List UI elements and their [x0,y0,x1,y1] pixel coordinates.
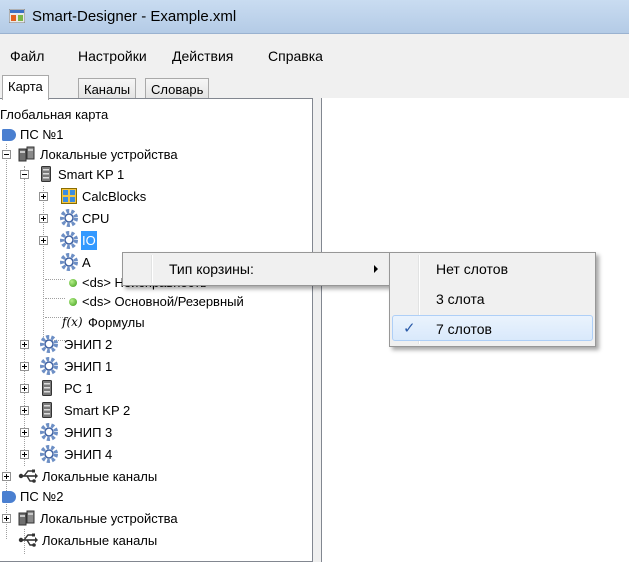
tree-node-label: ЭНИП 3 [64,425,113,440]
tree-node-label: ПС №2 [20,489,64,504]
tree-node-label: ЭНИП 4 [64,447,113,462]
calc-blocks-icon [61,188,77,204]
context-item-basket-type[interactable]: Тип корзины: [125,256,387,282]
gear-icon [40,335,58,353]
tree-node-label: Локальные устройства [40,147,178,162]
expand-toggle[interactable] [20,340,29,349]
menu-actions[interactable]: Действия [172,48,233,64]
collapse-toggle[interactable] [20,170,29,179]
menu-file[interactable]: Файл [10,48,44,64]
submenu-item-label: Нет слотов [436,261,509,277]
context-item-label: Тип корзины: [169,261,254,277]
tab-strip: Карта Каналы Словарь [0,74,629,100]
database-icon [42,380,52,396]
tab-channels[interactable]: Каналы [78,78,137,99]
basket-type-submenu: Нет слотов 3 слота ✓ 7 слотов [389,252,596,347]
tree-node-label: Smart KP 1 [58,167,125,182]
usb-channels-icon [18,469,38,483]
expand-toggle[interactable] [20,428,29,437]
tree-node-label: ЭНИП 2 [64,337,113,352]
tree-node-label: Формулы [88,315,145,330]
tree-node-label: Локальные каналы [42,469,158,484]
database-icon [41,166,51,182]
tree-root-label: Глобальная карта [0,107,109,122]
gear-icon [40,445,58,463]
tree-node-label: A [82,255,91,270]
submenu-item-3-slots[interactable]: 3 слота [392,286,593,312]
expand-toggle[interactable] [20,362,29,371]
submenu-item-no-slots[interactable]: Нет слотов [392,256,593,282]
substation-icon [2,491,16,503]
splitter[interactable] [313,98,321,562]
expand-toggle[interactable] [39,192,48,201]
gear-icon [40,357,58,375]
expand-toggle[interactable] [20,450,29,459]
usb-channels-icon [18,533,38,547]
check-icon: ✓ [403,320,416,337]
formula-icon: f(x) [62,315,83,329]
title-bar[interactable]: Smart-Designer - Example.xml [0,0,629,34]
expand-toggle[interactable] [39,236,48,245]
devices-icon [18,146,35,162]
status-dot-icon [69,279,77,287]
tree-node-label: Локальные каналы [42,533,158,548]
menu-bar: Файл Настройки Действия Справка [0,45,629,67]
submenu-item-7-slots[interactable]: ✓ 7 слотов [392,315,593,341]
submenu-item-label: 7 слотов [436,321,492,337]
gear-icon [60,231,78,249]
tree-node-label: CPU [82,211,110,226]
expand-toggle[interactable] [2,472,11,481]
expand-toggle[interactable] [39,214,48,223]
expand-toggle[interactable] [20,384,29,393]
expand-toggle[interactable] [2,514,11,523]
database-icon [42,402,52,418]
context-menu: Тип корзины: [122,252,390,286]
gear-icon [60,209,78,227]
window-title: Smart-Designer - Example.xml [32,8,237,25]
tab-dictionary[interactable]: Словарь [145,78,210,99]
tree-node-label: ЭНИП 1 [64,359,113,374]
tree-node-label: РС 1 [64,381,93,396]
menu-help[interactable]: Справка [268,48,323,64]
expand-toggle[interactable] [20,406,29,415]
tree-node-label: CalcBlocks [82,189,147,204]
tree-view[interactable]: Глобальная карта ПС №1 Локальные устройс… [0,98,313,562]
menu-settings[interactable]: Настройки [78,48,147,64]
substation-icon [2,129,16,141]
devices-icon [18,510,35,526]
tree-node-label: Smart KP 2 [64,403,131,418]
tree-node-label: <ds> Основной/Резервный [82,294,244,309]
tab-map[interactable]: Карта [2,75,49,100]
status-dot-icon [69,298,77,306]
tree-node-label: Локальные устройства [40,511,178,526]
app-icon [9,9,25,23]
tree-node-label-selected: IO [81,231,97,250]
gear-icon [60,253,78,271]
submenu-arrow-icon [374,265,378,273]
collapse-toggle[interactable] [2,150,11,159]
gear-icon [40,423,58,441]
submenu-item-label: 3 слота [436,291,485,307]
tree-node-label: ПС №1 [20,127,64,142]
